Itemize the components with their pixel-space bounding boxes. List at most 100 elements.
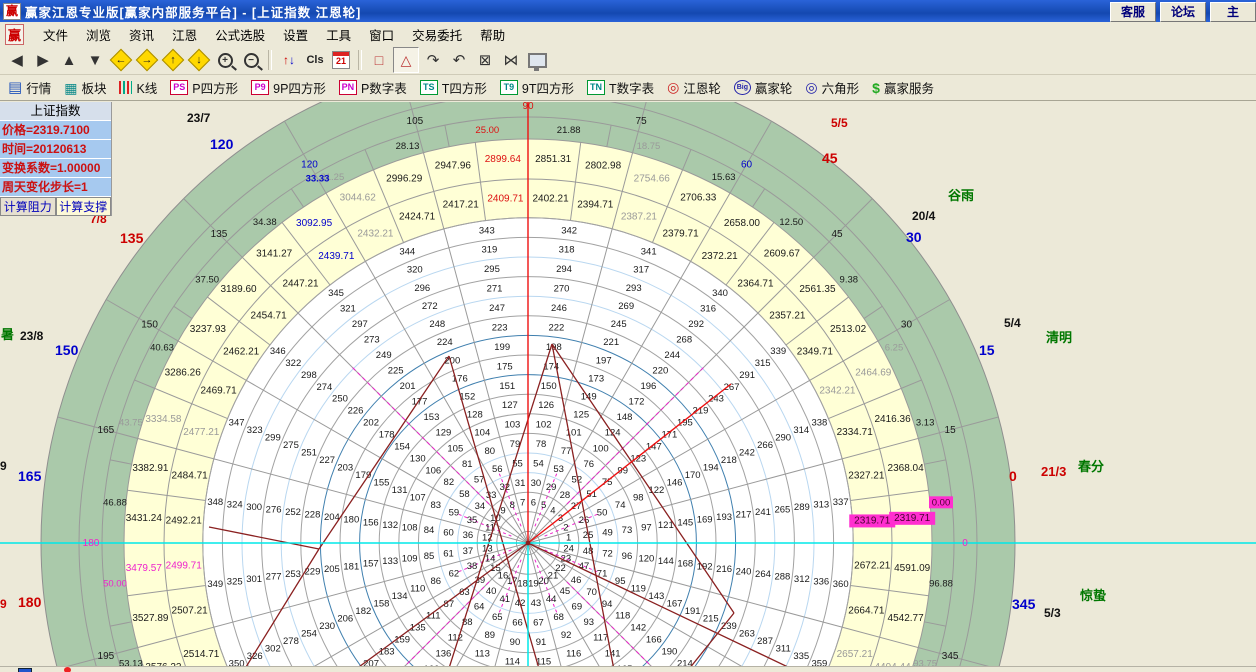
ring-number: 43 <box>531 598 542 609</box>
ring-number: 270 <box>554 284 570 295</box>
cls-button[interactable]: Cls <box>303 48 327 72</box>
price-outer-label: 4542.77 <box>888 613 925 624</box>
ring-number: 268 <box>676 334 692 345</box>
menu-item-1[interactable]: 浏览 <box>86 25 111 44</box>
menu-item-2[interactable]: 资讯 <box>129 25 154 44</box>
pan-down-icon[interactable]: ▼ <box>83 48 107 72</box>
rotate-ccw-icon[interactable]: ↶ <box>447 48 471 72</box>
menu-item-3[interactable]: 江恩 <box>172 25 197 44</box>
outside-label: 9 <box>0 459 7 473</box>
outside-label: 23/8 <box>20 329 44 343</box>
shift-down-icon[interactable]: ↓ <box>187 48 211 72</box>
calc-resistance-button[interactable]: 计算阻力 <box>0 197 56 216</box>
view-button-T四方形[interactable]: TST四方形 <box>420 78 487 97</box>
menu-item-5[interactable]: 设置 <box>283 25 308 44</box>
view-button-江恩轮[interactable]: ◎江恩轮 <box>667 78 721 97</box>
price-inner-label: 2334.71 <box>837 427 874 438</box>
ring-number: 319 <box>481 245 497 256</box>
ring-number: 131 <box>392 485 408 496</box>
ring-number: 99 <box>617 465 628 476</box>
corner-button-1[interactable]: 论坛 <box>1160 2 1206 22</box>
view-button-P四方形[interactable]: PSP四方形 <box>170 78 238 97</box>
menu-item-9[interactable]: 帮助 <box>480 25 505 44</box>
main-toolbar: ◀▶▲▼←→↑↓+−↑↓Cls21□△↷↶⊠⋈ <box>0 46 1256 75</box>
ring-number: 107 <box>410 492 426 503</box>
rotate-cw-icon[interactable]: ↷ <box>421 48 445 72</box>
zoom-out-icon[interactable]: − <box>239 48 263 72</box>
menu-item-0[interactable]: 文件 <box>43 25 68 44</box>
ring-number: 130 <box>410 453 426 464</box>
outside-label: 45 <box>822 150 838 166</box>
pan-right-icon[interactable]: ▶ <box>31 48 55 72</box>
degree-label: 105 <box>407 116 424 127</box>
gann-wheel-chart[interactable]: 1234567891011121314151617181920212223242… <box>0 102 1256 666</box>
ring-number: 343 <box>479 225 495 236</box>
ring-number: 317 <box>633 265 649 276</box>
pan-up-icon[interactable]: ▲ <box>57 48 81 72</box>
view-button-赢家服务[interactable]: $赢家服务 <box>872 78 934 97</box>
calendar-icon[interactable]: 21 <box>329 48 353 72</box>
toolbar-separator <box>268 50 272 70</box>
ring-number: 242 <box>739 447 755 458</box>
ring-number: 102 <box>536 420 552 431</box>
ring-number: 100 <box>593 443 609 454</box>
price-inner-label: 2657.21 <box>837 649 874 660</box>
view-button-T数字表[interactable]: TNT数字表 <box>587 78 654 97</box>
view-button-六角形[interactable]: ◎六角形 <box>805 78 859 97</box>
ring-number: 263 <box>739 629 755 640</box>
ring-number: 215 <box>703 614 719 625</box>
price-inner-label: 2439.71 <box>318 251 355 262</box>
price-inner-label: 2454.71 <box>251 311 288 322</box>
ring-number: 217 <box>736 510 752 521</box>
view-button-label: T四方形 <box>442 78 487 97</box>
expand-icon[interactable]: ⊠ <box>473 48 497 72</box>
menu-item-8[interactable]: 交易委托 <box>412 25 462 44</box>
menu-logo-icon[interactable]: 赢 <box>5 24 24 45</box>
updown-icon[interactable]: ↑↓ <box>277 48 301 72</box>
ring-number: 276 <box>266 505 282 516</box>
triangle-tool-icon[interactable]: △ <box>393 47 419 73</box>
ring-number: 299 <box>265 432 281 443</box>
view-button-赢家轮[interactable]: Big赢家轮 <box>734 78 793 97</box>
titlebar-buttons: 客服论坛主 <box>1106 2 1256 22</box>
shift-right-icon[interactable]: → <box>135 48 159 72</box>
percent-label: 0.00 <box>932 497 951 508</box>
square-tool-icon[interactable]: □ <box>367 48 391 72</box>
view-button-K线[interactable]: K线 <box>119 78 157 97</box>
view-button-9T四方形[interactable]: T99T四方形 <box>500 78 574 97</box>
shift-up-icon[interactable]: ↑ <box>161 48 185 72</box>
menu-item-7[interactable]: 窗口 <box>369 25 394 44</box>
view-button-板块[interactable]: ▦板块 <box>64 78 106 97</box>
ps-icon: PS <box>170 80 188 95</box>
board-icon[interactable] <box>525 48 549 72</box>
view-button-P数字表[interactable]: PNP数字表 <box>339 78 407 97</box>
ring-number: 112 <box>448 633 463 644</box>
view-button-9P四方形[interactable]: P99P四方形 <box>251 78 326 97</box>
percent-exact-label: 33.33 <box>306 173 330 184</box>
percent-label: 93.75 <box>913 658 937 666</box>
corner-button-2[interactable]: 主 <box>1210 2 1256 22</box>
menu-item-6[interactable]: 工具 <box>326 25 351 44</box>
price-inner-label: 2447.21 <box>282 279 319 290</box>
corner-button-0[interactable]: 客服 <box>1110 2 1156 22</box>
ring-number: 254 <box>301 629 317 640</box>
ring-number: 183 <box>379 646 395 657</box>
price-inner-label: 2672.21 <box>854 561 891 572</box>
shift-left-icon[interactable]: ← <box>109 48 133 72</box>
ring-number: 288 <box>774 571 790 582</box>
outside-label: 135 <box>120 230 144 246</box>
ring-number: 298 <box>301 370 317 381</box>
ring-number: 197 <box>596 355 612 366</box>
percent-label: 21.88 <box>557 125 581 136</box>
pan-left-icon[interactable]: ◀ <box>5 48 29 72</box>
zoom-in-icon[interactable]: + <box>213 48 237 72</box>
outside-label: 21/3 <box>1041 464 1066 479</box>
view-button-行情[interactable]: ▤行情 <box>8 78 51 97</box>
contract-icon[interactable]: ⋈ <box>499 48 523 72</box>
menu-item-4[interactable]: 公式选股 <box>215 25 265 44</box>
degree-label: 30 <box>901 320 913 331</box>
ring-number: 82 <box>444 477 455 488</box>
ring-number: 92 <box>561 630 572 641</box>
ring-number: 128 <box>467 410 483 421</box>
calc-support-button[interactable]: 计算支撑 <box>56 197 112 216</box>
